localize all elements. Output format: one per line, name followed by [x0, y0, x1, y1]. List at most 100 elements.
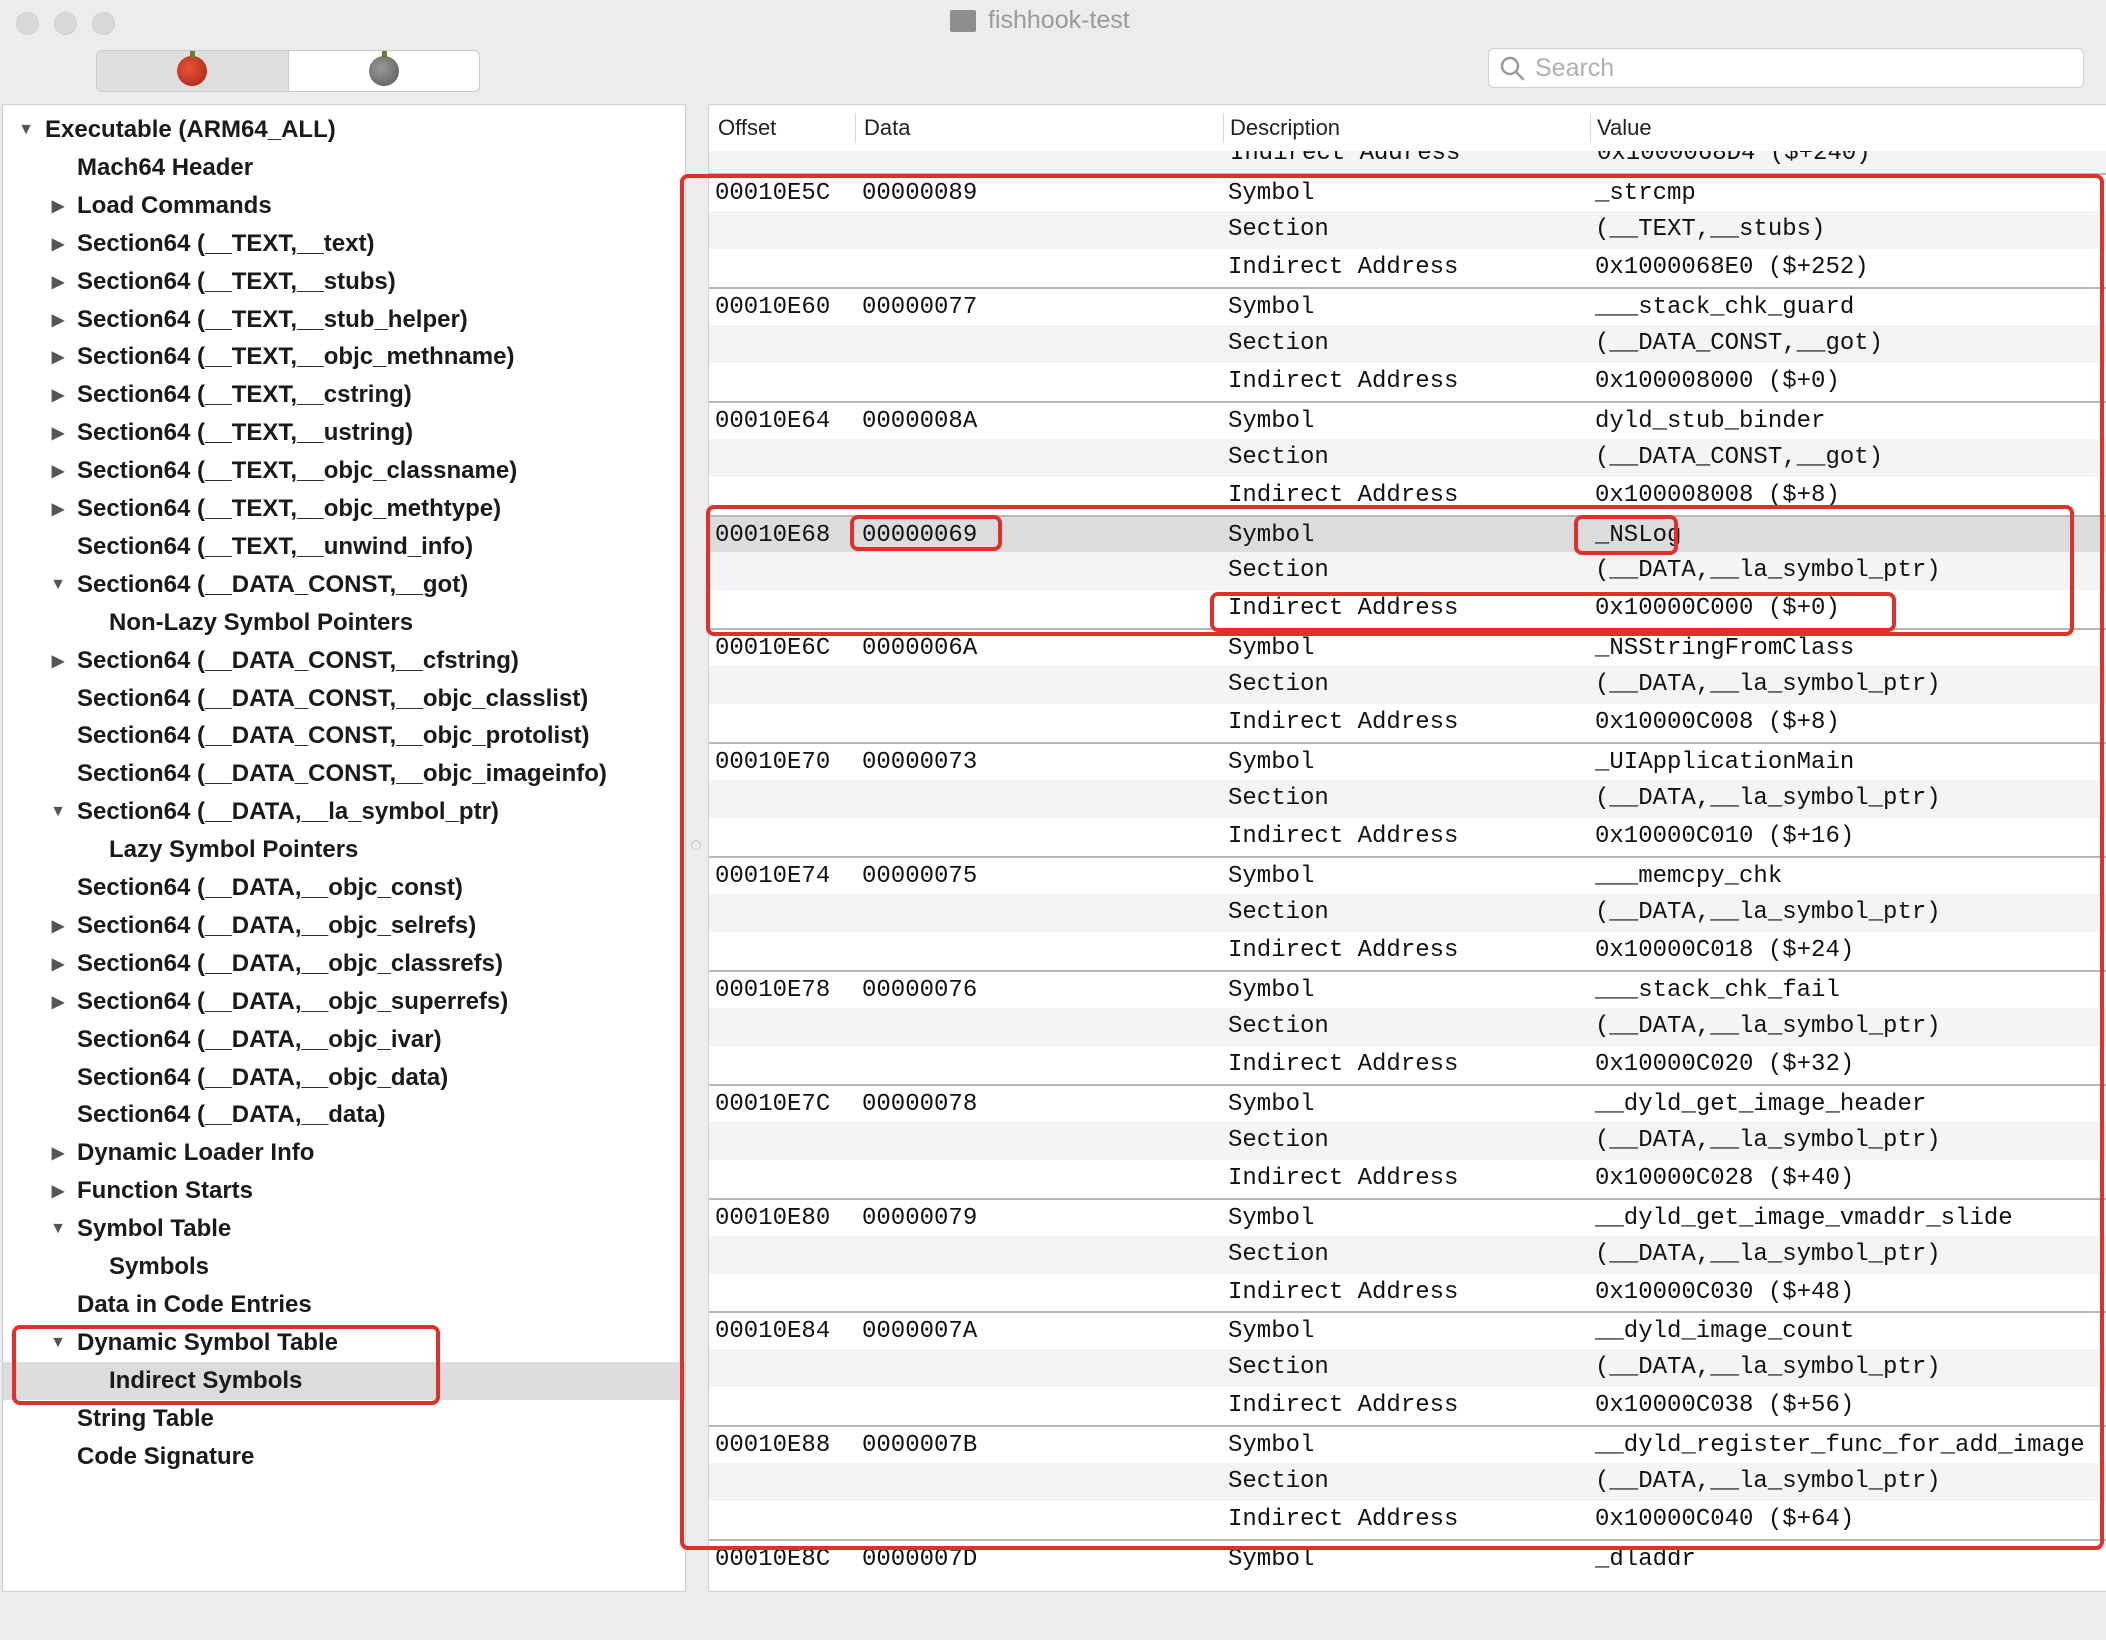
outline-item[interactable]: Section64 (__TEXT,__unwind_info) — [3, 528, 685, 566]
table-row[interactable]: Indirect Address 0x1000068E0 ($+252) — [709, 249, 2106, 287]
outline-item[interactable]: Section64 (__DATA_CONST,__objc_protolist… — [3, 717, 685, 755]
disclosure-open-icon[interactable]: ▼ — [47, 803, 69, 821]
table-row[interactable]: Section (__DATA,__la_symbol_ptr) — [709, 1121, 2106, 1160]
disclosure-closed-icon[interactable]: ▶ — [47, 461, 69, 481]
outline-item[interactable]: ▶ Section64 (__DATA,__objc_selrefs) — [3, 907, 685, 945]
table-row[interactable]: 00010E60 00000077 Symbol ___stack_chk_guard — [709, 286, 2106, 325]
disclosure-closed-icon[interactable]: ▶ — [47, 1181, 69, 1201]
table-row[interactable]: Indirect Address 0x10000C040 ($+64) — [709, 1501, 2106, 1539]
outline-item[interactable]: ▶ Function Starts — [3, 1172, 685, 1210]
table-row[interactable]: Section (__DATA,__la_symbol_ptr) — [709, 1007, 2106, 1046]
table-row[interactable]: 00010E7C 00000078 Symbol __dyld_get_image_h… — [709, 1083, 2106, 1122]
disclosure-closed-icon[interactable]: ▶ — [47, 385, 69, 405]
column-separator[interactable] — [855, 113, 856, 143]
outline-item[interactable]: ▶ Section64 (__TEXT,__objc_methtype) — [3, 490, 685, 528]
table-row[interactable]: Section (__DATA_CONST,__got) — [709, 438, 2106, 477]
table-row[interactable]: Section (__DATA,__la_symbol_ptr) — [709, 666, 2106, 705]
outline-item[interactable]: ▶ Section64 (__TEXT,__ustring) — [3, 414, 685, 452]
disclosure-closed-icon[interactable]: ▶ — [47, 1143, 69, 1163]
table-row[interactable]: Section (__DATA_CONST,__got) — [709, 324, 2106, 363]
disclosure-closed-icon[interactable]: ▶ — [47, 954, 69, 974]
rva-view-button[interactable] — [289, 51, 480, 91]
disclosure-closed-icon[interactable]: ▶ — [47, 992, 69, 1012]
disclosure-closed-icon[interactable]: ▶ — [47, 499, 69, 519]
disclosure-closed-icon[interactable]: ▶ — [47, 916, 69, 936]
disclosure-closed-icon[interactable]: ▶ — [47, 310, 69, 330]
table-row[interactable]: 00010E74 00000075 Symbol ___memcpy_chk — [709, 856, 2106, 894]
outline-item[interactable]: Section64 (__DATA_CONST,__objc_imageinfo… — [3, 755, 685, 793]
column-header-data[interactable]: Data — [864, 115, 910, 141]
disclosure-open-icon[interactable]: ▼ — [47, 576, 69, 594]
disclosure-closed-icon[interactable]: ▶ — [47, 347, 69, 367]
table-row[interactable]: Section (__DATA,__la_symbol_ptr) — [709, 780, 2106, 819]
zoom-window-button[interactable] — [92, 12, 115, 35]
table-row[interactable]: Section (__DATA,__la_symbol_ptr) — [709, 894, 2106, 932]
column-separator[interactable] — [1590, 113, 1591, 143]
outline-item[interactable]: Indirect Symbols — [3, 1361, 685, 1400]
column-header-value[interactable]: Value — [1597, 115, 1652, 141]
table-row[interactable]: 00010E64 0000008A Symbol dyld_stub_binder — [709, 400, 2106, 439]
table-row[interactable]: Section (__DATA,__la_symbol_ptr) — [709, 1349, 2106, 1388]
outline-item[interactable]: ▶ Section64 (__DATA_CONST,__cfstring) — [3, 642, 685, 680]
disclosure-closed-icon[interactable]: ▶ — [47, 196, 69, 216]
table-row[interactable]: 00010E80 00000079 Symbol __dyld_get_image_v… — [709, 1197, 2106, 1236]
raw-view-button[interactable] — [97, 51, 289, 91]
outline-item[interactable]: ▶ Section64 (__TEXT,__cstring) — [3, 376, 685, 414]
outline-item[interactable]: Code Signature — [3, 1438, 685, 1476]
search-input[interactable] — [1533, 52, 2077, 84]
split-view-divider-handle[interactable] — [691, 840, 701, 850]
disclosure-closed-icon[interactable]: ▶ — [47, 423, 69, 443]
outline-item[interactable]: ▼ Symbol Table — [3, 1210, 685, 1248]
disclosure-closed-icon[interactable]: ▶ — [47, 272, 69, 292]
table-row[interactable]: 00010E84 0000007A Symbol __dyld_image_count — [709, 1311, 2106, 1349]
minimize-window-button[interactable] — [54, 12, 77, 35]
outline-item[interactable]: ▶ Section64 (__DATA,__objc_superrefs) — [3, 983, 685, 1021]
column-separator[interactable] — [1223, 113, 1224, 143]
disclosure-open-icon[interactable]: ▼ — [15, 121, 37, 139]
outline-item[interactable]: Section64 (__DATA,__objc_ivar) — [3, 1021, 685, 1059]
close-window-button[interactable] — [16, 12, 39, 35]
outline-item[interactable]: ▶ Load Commands — [3, 187, 685, 225]
table-row[interactable]: Section (__TEXT,__stubs) — [709, 210, 2106, 249]
table-row[interactable]: Indirect Address 0x100008000 ($+0) — [709, 363, 2106, 401]
table-row[interactable]: Indirect Address 0x10000C018 ($+24) — [709, 932, 2106, 970]
outline-item[interactable]: Mach64 Header — [3, 149, 685, 187]
table-row[interactable]: 00010E70 00000073 Symbol _UIApplicationMain — [709, 742, 2106, 780]
disclosure-closed-icon[interactable]: ▶ — [47, 651, 69, 671]
table-row[interactable]: 00010E88 0000007B Symbol __dyld_register_fu… — [709, 1425, 2106, 1463]
table-row[interactable]: 00010E68 00000069 Symbol _NSLog — [709, 514, 2106, 553]
outline-item[interactable]: Section64 (__DATA_CONST,__objc_classlist… — [3, 680, 685, 718]
table-row[interactable]: Indirect Address 0x1000068D4 ($+240) — [709, 151, 2106, 173]
table-row[interactable]: Indirect Address 0x10000C008 ($+8) — [709, 704, 2106, 742]
table-row[interactable]: Section (__DATA,__la_symbol_ptr) — [709, 1463, 2106, 1502]
disclosure-open-icon[interactable]: ▼ — [47, 1220, 69, 1238]
outline-item[interactable]: Symbols — [3, 1248, 685, 1286]
outline-item[interactable]: ▶ Section64 (__DATA,__objc_classrefs) — [3, 945, 685, 983]
table-row[interactable]: Indirect Address 0x10000C030 ($+48) — [709, 1274, 2106, 1312]
table-row[interactable]: Indirect Address 0x10000C038 ($+56) — [709, 1387, 2106, 1425]
outline-item[interactable]: ▼ Dynamic Symbol Table — [3, 1324, 685, 1362]
table-row[interactable]: Indirect Address 0x10000C020 ($+32) — [709, 1046, 2106, 1084]
outline-item[interactable]: ▶ Dynamic Loader Info — [3, 1134, 685, 1172]
table-row[interactable]: Section (__DATA,__la_symbol_ptr) — [709, 1235, 2106, 1274]
outline-item[interactable]: Section64 (__DATA,__objc_data) — [3, 1059, 685, 1097]
table-row[interactable]: 00010E78 00000076 Symbol ___stack_chk_fail — [709, 969, 2106, 1008]
outline-item[interactable]: Non-Lazy Symbol Pointers — [3, 604, 685, 642]
outline-item[interactable]: ▶ Section64 (__TEXT,__stub_helper) — [3, 301, 685, 339]
table-row[interactable]: Indirect Address 0x100008008 ($+8) — [709, 477, 2106, 515]
table-row[interactable]: 00010E5C 00000089 Symbol _strcmp — [709, 172, 2106, 211]
outline-item[interactable]: ▼ Section64 (__DATA,__la_symbol_ptr) — [3, 793, 685, 831]
outline-item[interactable]: ▼ Executable (ARM64_ALL) — [3, 111, 685, 149]
table-row[interactable]: Indirect Address 0x10000C028 ($+40) — [709, 1160, 2106, 1198]
disclosure-open-icon[interactable]: ▼ — [47, 1334, 69, 1352]
outline-item[interactable]: ▶ Section64 (__TEXT,__stubs) — [3, 263, 685, 301]
table-row[interactable]: Indirect Address 0x10000C010 ($+16) — [709, 818, 2106, 856]
table-row[interactable]: Section (__DATA,__la_symbol_ptr) — [709, 552, 2106, 591]
column-header-description[interactable]: Description — [1230, 115, 1340, 141]
column-header-offset[interactable]: Offset — [718, 115, 776, 141]
search-field[interactable] — [1488, 48, 2084, 88]
table-row[interactable]: 00010E6C 0000006A Symbol _NSStringFromClass — [709, 628, 2106, 666]
outline-item[interactable]: String Table — [3, 1400, 685, 1438]
table-row[interactable]: 00010E8C 0000007D Symbol _dladdr — [709, 1539, 2106, 1577]
outline-item[interactable]: ▶ Section64 (__TEXT,__text) — [3, 225, 685, 263]
